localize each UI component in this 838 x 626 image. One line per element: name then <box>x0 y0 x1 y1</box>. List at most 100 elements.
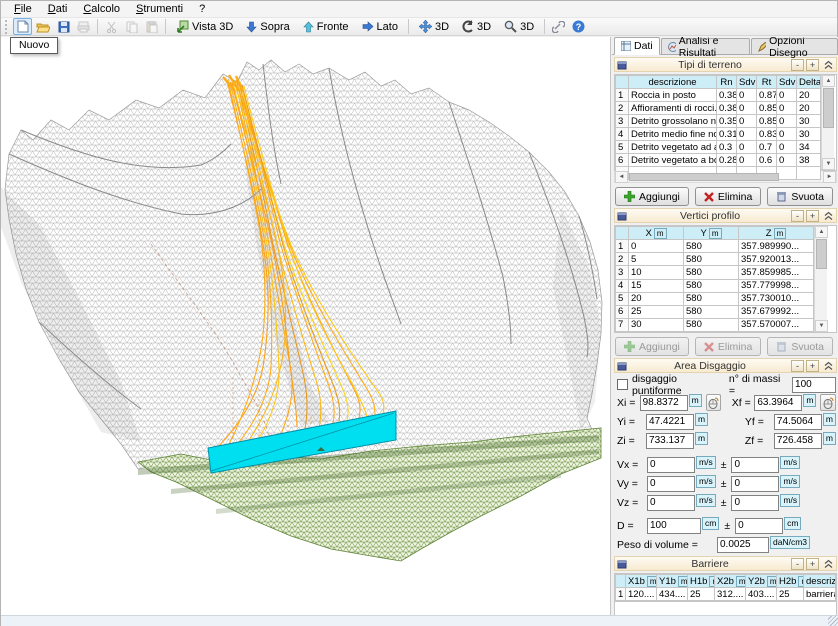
vertical-scrollbar[interactable]: ▲ ▼ <box>814 226 827 332</box>
vy-tol-input[interactable] <box>731 476 779 492</box>
menu-calcolo[interactable]: Calcolo <box>76 2 127 16</box>
scrollbar-thumb[interactable] <box>823 88 834 128</box>
col-delta[interactable]: Delta <box>797 76 821 89</box>
scroll-up-icon[interactable]: ▲ <box>815 226 828 238</box>
col-descrizione[interactable]: descrizione <box>629 76 717 89</box>
clear-terrain-button[interactable]: Svuota <box>767 187 833 206</box>
help-button[interactable]: ? <box>569 18 588 35</box>
new-button[interactable] <box>13 18 32 35</box>
table-row[interactable]: 4Detrito medio fine no...0.3100.830300 <box>616 128 821 141</box>
panel-plus-button[interactable]: + <box>806 558 819 570</box>
cut-button[interactable] <box>102 18 121 35</box>
zf-input[interactable] <box>774 433 822 449</box>
menu-help[interactable]: ? <box>192 2 212 16</box>
viewport-3d[interactable] <box>1 37 611 615</box>
collapse-chevron-icon[interactable] <box>823 361 834 371</box>
table-row[interactable]: 1Roccia in posto0.3800.870200 <box>616 89 821 102</box>
paste-button[interactable] <box>142 18 161 35</box>
panel-minus-button[interactable]: - <box>791 59 804 71</box>
rotate-3d-button[interactable]: 3D <box>456 18 497 35</box>
tab-opzioni[interactable]: Opzioni Disegno <box>751 38 838 54</box>
link-button[interactable] <box>549 18 568 35</box>
collapse-chevron-icon[interactable] <box>823 211 834 221</box>
d-tol-input[interactable] <box>735 518 783 534</box>
disgaggio-puntiforme-checkbox[interactable] <box>617 379 628 390</box>
col-z[interactable]: Zm <box>739 227 814 240</box>
pick-start-point-button[interactable] <box>706 394 722 411</box>
scroll-right-icon[interactable]: ► <box>823 171 836 183</box>
weight-input[interactable] <box>717 537 769 553</box>
menu-file[interactable]: File <box>7 2 39 16</box>
yi-input[interactable] <box>646 414 694 430</box>
scroll-down-icon[interactable]: ▼ <box>815 320 828 332</box>
col-x[interactable]: Xm <box>629 227 684 240</box>
table-row[interactable]: 10580357.989990... <box>616 240 814 253</box>
xf-input[interactable] <box>754 395 802 411</box>
scrollbar-thumb[interactable] <box>629 173 779 181</box>
vz-input[interactable] <box>647 495 695 511</box>
table-row[interactable]: 2Affioramenti di rocci...0.3800.850200 <box>616 102 821 115</box>
delete-terrain-button[interactable]: Elimina <box>695 187 761 206</box>
collapse-chevron-icon[interactable] <box>823 60 834 70</box>
col-sdv[interactable]: Sdv <box>777 76 797 89</box>
panel-minus-button[interactable]: - <box>791 360 804 372</box>
sopra-button[interactable]: Sopra <box>240 18 295 35</box>
vz-tol-input[interactable] <box>731 495 779 511</box>
print-button[interactable] <box>74 18 93 35</box>
col-y2b[interactable]: Y2bm <box>746 575 777 588</box>
table-row[interactable]: 25580357.920013... <box>616 253 814 266</box>
collapse-chevron-icon[interactable] <box>823 559 834 569</box>
fronte-button[interactable]: Fronte <box>297 18 355 35</box>
xi-input[interactable] <box>640 395 688 411</box>
delete-vertex-button[interactable]: Elimina <box>695 337 761 356</box>
pick-end-point-button[interactable] <box>820 394 836 411</box>
col-rt[interactable]: Rt <box>757 76 777 89</box>
yf-input[interactable] <box>774 414 822 430</box>
table-row[interactable]: 520580357.730010... <box>616 292 814 305</box>
col-h1b[interactable]: H1bm <box>688 575 715 588</box>
table-row[interactable]: 625580357.679992... <box>616 305 814 318</box>
scroll-down-icon[interactable]: ▼ <box>822 158 835 170</box>
panel-plus-button[interactable]: + <box>806 59 819 71</box>
tab-analisi[interactable]: Analisi e Risultati <box>661 38 750 54</box>
vertices-table[interactable]: Xm Ym Zm 10580357.989990... 25580357.920… <box>615 226 814 332</box>
add-vertex-button[interactable]: Aggiungi <box>615 337 689 356</box>
menu-strumenti[interactable]: Strumenti <box>129 2 190 16</box>
menu-dati[interactable]: Dati <box>41 2 75 16</box>
vy-input[interactable] <box>647 476 695 492</box>
pan-3d-button[interactable]: 3D <box>413 18 455 35</box>
zoom-3d-button[interactable]: 3D <box>498 18 540 35</box>
col-sdv[interactable]: Sdv <box>737 76 757 89</box>
table-row[interactable]: 415580357.779998... <box>616 279 814 292</box>
panel-minus-button[interactable]: - <box>791 210 804 222</box>
scroll-left-icon[interactable]: ◄ <box>615 171 628 183</box>
tab-dati[interactable]: Dati <box>614 37 660 55</box>
table-row[interactable]: 5Detrito vegetato ad a...0.300.70340 <box>616 141 821 154</box>
col-y[interactable]: Ym <box>684 227 739 240</box>
table-row[interactable]: 3Detrito grossolano n...0.3500.850300 <box>616 115 821 128</box>
save-button[interactable] <box>54 18 73 35</box>
col-rn[interactable]: Rn <box>717 76 737 89</box>
scroll-up-icon[interactable]: ▲ <box>822 75 835 87</box>
masses-input[interactable] <box>792 377 836 393</box>
copy-button[interactable] <box>122 18 141 35</box>
d-input[interactable] <box>647 518 701 534</box>
vista-3d-button[interactable]: Vista 3D <box>170 18 239 35</box>
table-row[interactable]: 310580357.859985... <box>616 266 814 279</box>
panel-plus-button[interactable]: + <box>806 360 819 372</box>
add-terrain-button[interactable]: Aggiungi <box>615 187 689 206</box>
table-row[interactable]: 1 120.... 434.... 25 312.... 403.... 25 … <box>616 588 836 601</box>
col-x2b[interactable]: X2bm <box>715 575 746 588</box>
panel-minus-button[interactable]: - <box>791 558 804 570</box>
table-row[interactable]: 730580357.570007... <box>616 318 814 331</box>
toolbar-grip[interactable] <box>5 20 9 34</box>
table-row[interactable]: 6Detrito vegetato a bo...0.2800.60380 <box>616 154 821 167</box>
zi-input[interactable] <box>646 433 694 449</box>
scrollbar-thumb[interactable] <box>816 239 827 269</box>
barriers-table[interactable]: X1bm Y1bm H1bm X2bm Y2bm H2bm descrizion… <box>615 574 836 601</box>
terrain-table[interactable]: descrizione Rn Sdv Rt Sdv Delta 1Roccia … <box>615 75 821 180</box>
lato-button[interactable]: Lato <box>356 18 404 35</box>
col-x1b[interactable]: X1bm <box>626 575 657 588</box>
vertical-scrollbar[interactable]: ▲ ▼ <box>821 75 834 170</box>
col-descrizione[interactable]: descrizione <box>804 575 836 588</box>
